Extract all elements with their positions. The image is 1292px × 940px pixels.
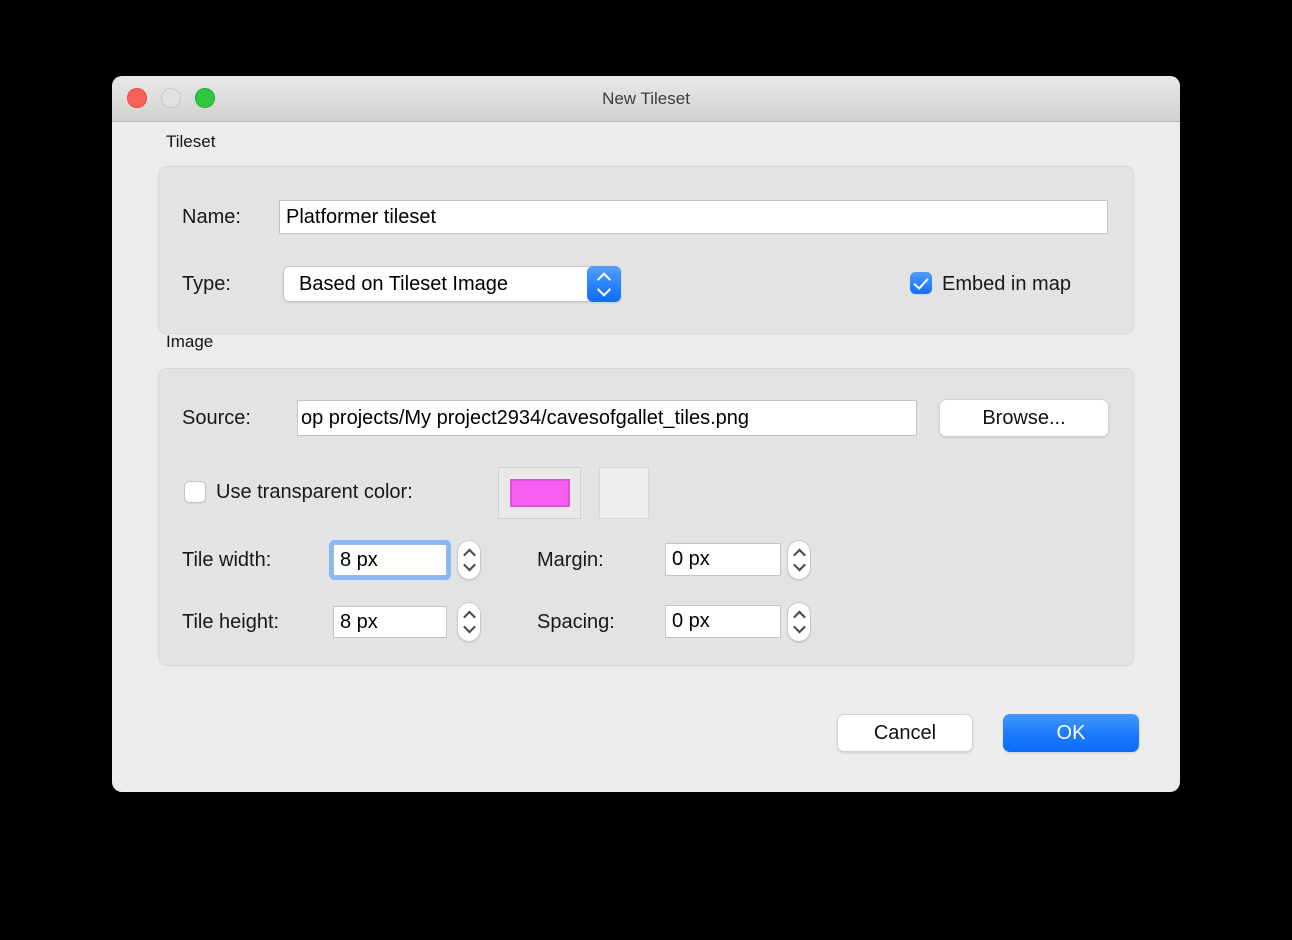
image-section-label: Image: [166, 332, 213, 352]
source-input[interactable]: [297, 400, 917, 436]
cancel-button[interactable]: Cancel: [837, 714, 973, 752]
tile-height-input[interactable]: [333, 606, 447, 638]
margin-input[interactable]: [665, 543, 781, 576]
spacing-input[interactable]: [665, 605, 781, 638]
transparent-color-swatch: [510, 479, 570, 507]
checkmark-icon: [913, 274, 928, 290]
spacing-label: Spacing:: [537, 604, 615, 640]
embed-in-map-checkbox[interactable]: [910, 272, 932, 294]
transparent-color-picker-button[interactable]: [498, 467, 581, 519]
new-tileset-dialog: New Tileset Tileset Name: Type: Based on…: [112, 76, 1180, 792]
tile-height-label: Tile height:: [182, 604, 279, 640]
pick-color-from-image-button[interactable]: [599, 467, 649, 519]
name-input[interactable]: [279, 200, 1108, 234]
tile-width-input[interactable]: [333, 544, 447, 576]
stepper-down-icon[interactable]: [793, 621, 806, 634]
use-transparent-color-checkbox[interactable]: [184, 481, 206, 503]
name-label: Name:: [182, 200, 241, 234]
stepper-down-icon[interactable]: [463, 559, 476, 572]
window-title: New Tileset: [112, 76, 1180, 121]
stepper-down-icon[interactable]: [793, 559, 806, 572]
margin-label: Margin:: [537, 542, 604, 578]
use-transparent-color-label[interactable]: Use transparent color:: [216, 474, 413, 510]
tileset-groupbox: [158, 166, 1134, 334]
embed-in-map-label[interactable]: Embed in map: [942, 266, 1071, 302]
type-select-value: Based on Tileset Image: [299, 267, 508, 301]
title-bar[interactable]: New Tileset: [112, 76, 1180, 122]
type-label: Type:: [182, 266, 231, 302]
tile-width-label: Tile width:: [182, 542, 271, 578]
stepper-down-icon[interactable]: [463, 621, 476, 634]
type-select[interactable]: Based on Tileset Image: [283, 266, 621, 302]
tile-width-stepper[interactable]: [457, 540, 481, 580]
tileset-section-label: Tileset: [166, 132, 215, 152]
browse-button[interactable]: Browse...: [939, 399, 1109, 437]
select-chevrons-icon: [587, 266, 621, 302]
source-label: Source:: [182, 400, 251, 436]
ok-button[interactable]: OK: [1003, 714, 1139, 752]
margin-stepper[interactable]: [787, 540, 811, 580]
spacing-stepper[interactable]: [787, 602, 811, 642]
tile-height-stepper[interactable]: [457, 602, 481, 642]
